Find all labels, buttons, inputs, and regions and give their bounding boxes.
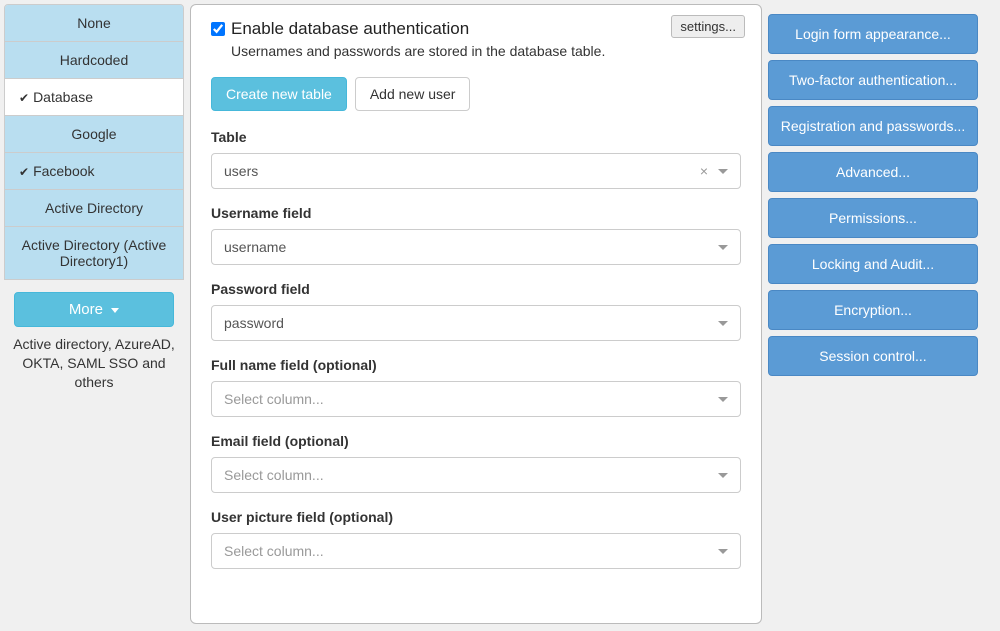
check-icon: ✔ (19, 165, 29, 179)
enable-auth-row: Enable database authentication (211, 19, 741, 39)
username-field-group: Username field username (211, 205, 741, 265)
table-label: Table (211, 129, 741, 145)
fullname-select[interactable]: Select column... (211, 381, 741, 417)
auth-item-label: Active Directory (Active Directory1) (22, 237, 167, 269)
more-description: Active directory, AzureAD, OKTA, SAML SS… (4, 335, 184, 392)
auth-provider-sidebar: None Hardcoded ✔ Database Google ✔ Faceboo… (4, 4, 184, 624)
picture-field-group: User picture field (optional) Select col… (211, 509, 741, 569)
action-button-row: Create new table Add new user (211, 77, 741, 111)
email-select-placeholder: Select column... (224, 467, 324, 483)
caret-down-icon (718, 245, 728, 250)
registration-passwords-button[interactable]: Registration and passwords... (768, 106, 978, 146)
auth-item-none[interactable]: None (5, 5, 183, 42)
check-icon: ✔ (19, 91, 29, 105)
password-select[interactable]: password (211, 305, 741, 341)
settings-button[interactable]: settings... (671, 15, 745, 38)
main-panel: settings... Enable database authenticati… (190, 4, 762, 624)
advanced-button[interactable]: Advanced... (768, 152, 978, 192)
clear-icon[interactable]: × (700, 163, 708, 179)
add-user-button[interactable]: Add new user (355, 77, 471, 111)
auth-item-active-directory-1[interactable]: Active Directory (Active Directory1) (5, 227, 183, 279)
create-table-button[interactable]: Create new table (211, 77, 347, 111)
email-select[interactable]: Select column... (211, 457, 741, 493)
session-control-button[interactable]: Session control... (768, 336, 978, 376)
more-button[interactable]: More (14, 292, 174, 327)
fullname-select-placeholder: Select column... (224, 391, 324, 407)
caret-down-icon (718, 169, 728, 174)
picture-select-placeholder: Select column... (224, 543, 324, 559)
picture-select[interactable]: Select column... (211, 533, 741, 569)
two-factor-auth-button[interactable]: Two-factor authentication... (768, 60, 978, 100)
auth-provider-list: None Hardcoded ✔ Database Google ✔ Faceboo… (4, 4, 184, 280)
password-select-value: password (224, 315, 284, 331)
encryption-button[interactable]: Encryption... (768, 290, 978, 330)
caret-down-icon (718, 473, 728, 478)
table-select[interactable]: users × (211, 153, 741, 189)
auth-item-hardcoded[interactable]: Hardcoded (5, 42, 183, 79)
auth-item-facebook[interactable]: ✔ Facebook (5, 153, 183, 190)
auth-item-active-directory[interactable]: Active Directory (5, 190, 183, 227)
caret-down-icon (718, 321, 728, 326)
enable-auth-description: Usernames and passwords are stored in th… (231, 43, 741, 59)
caret-down-icon (718, 397, 728, 402)
auth-item-label: None (77, 15, 110, 31)
auth-item-label: Database (33, 89, 93, 105)
table-select-value: users (224, 163, 258, 179)
password-label: Password field (211, 281, 741, 297)
email-label: Email field (optional) (211, 433, 741, 449)
picture-label: User picture field (optional) (211, 509, 741, 525)
fullname-label: Full name field (optional) (211, 357, 741, 373)
enable-auth-label: Enable database authentication (231, 19, 469, 39)
auth-item-label: Facebook (33, 163, 94, 179)
fullname-field-group: Full name field (optional) Select column… (211, 357, 741, 417)
table-field-group: Table users × (211, 129, 741, 189)
enable-auth-checkbox[interactable] (211, 22, 225, 36)
password-field-group: Password field password (211, 281, 741, 341)
more-button-label: More (69, 301, 103, 318)
caret-down-icon (111, 308, 119, 313)
right-sidebar: Login form appearance... Two-factor auth… (768, 4, 978, 624)
caret-down-icon (718, 549, 728, 554)
username-label: Username field (211, 205, 741, 221)
auth-item-database[interactable]: ✔ Database (5, 79, 183, 116)
auth-item-label: Hardcoded (60, 52, 129, 68)
locking-audit-button[interactable]: Locking and Audit... (768, 244, 978, 284)
login-form-appearance-button[interactable]: Login form appearance... (768, 14, 978, 54)
auth-item-label: Active Directory (45, 200, 143, 216)
permissions-button[interactable]: Permissions... (768, 198, 978, 238)
email-field-group: Email field (optional) Select column... (211, 433, 741, 493)
auth-item-label: Google (71, 126, 116, 142)
username-select-value: username (224, 239, 286, 255)
username-select[interactable]: username (211, 229, 741, 265)
auth-item-google[interactable]: Google (5, 116, 183, 153)
